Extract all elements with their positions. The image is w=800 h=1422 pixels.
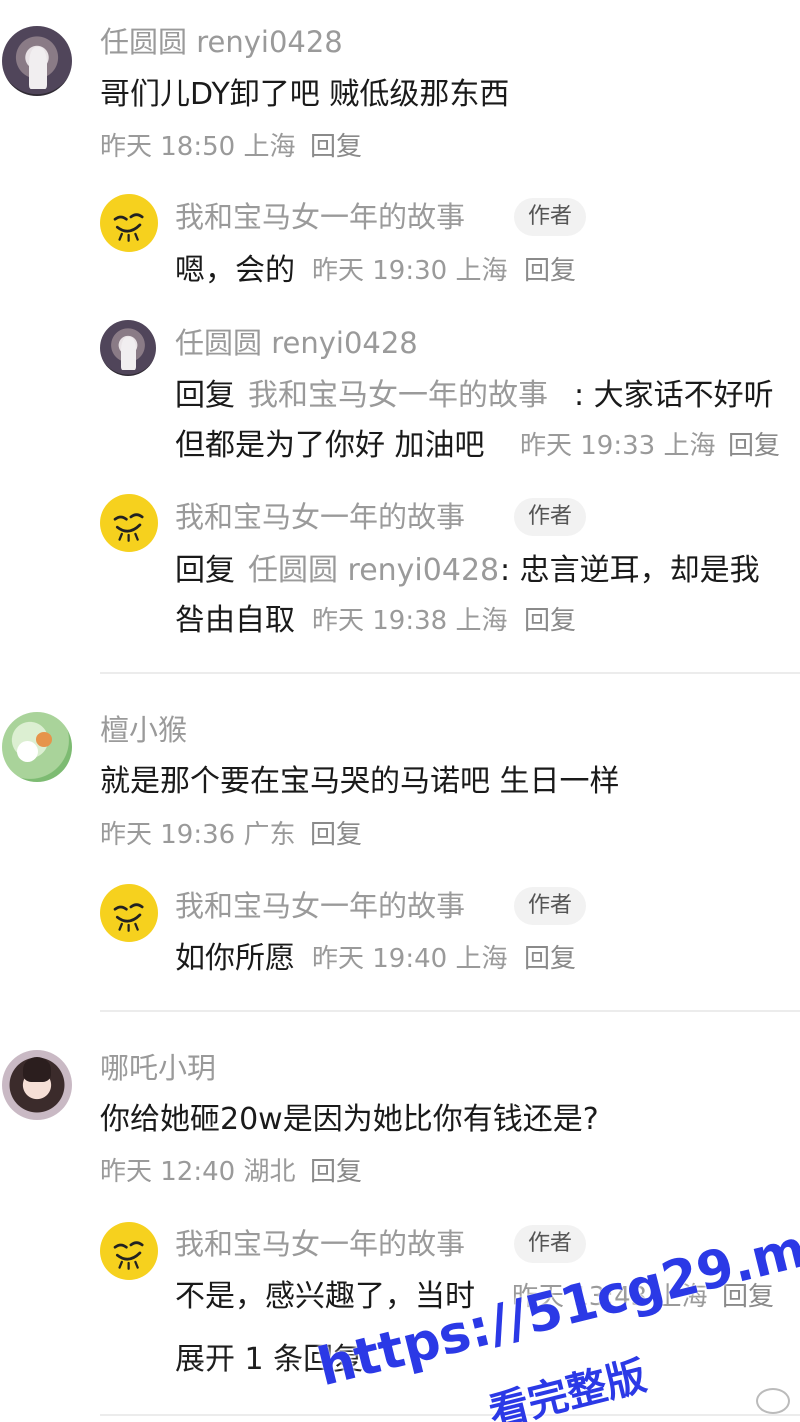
divider (100, 672, 800, 674)
comment-text: 哥们儿DY卸了吧 贼低级那东西 (100, 77, 510, 112)
author-avatar[interactable] (100, 1222, 158, 1280)
comment-text: 你给她砸20w是因为她比你有钱还是? (100, 1102, 599, 1137)
divider (100, 1414, 800, 1416)
author-avatar[interactable] (100, 884, 158, 942)
reply-button[interactable]: 回复 (524, 608, 576, 634)
smiley-logo-icon (114, 513, 144, 543)
reply-username[interactable]: 任圆圆 renyi0428 (175, 329, 418, 358)
author-avatar[interactable] (100, 194, 158, 252)
author-avatar[interactable] (100, 494, 158, 552)
quoted-username[interactable]: 我和宝马女一年的故事 (248, 381, 548, 411)
comment-username[interactable]: 哪吒小玥 (100, 1054, 216, 1083)
reply-button[interactable]: 回复 (310, 822, 362, 848)
author-badge: 作者 (514, 1225, 587, 1263)
reply-time: 昨天 19:38 上海 (312, 606, 508, 636)
comment-text: 就是那个要在宝马哭的马诺吧 生日一样 (100, 764, 620, 799)
reply-text: : 忠言逆耳，却是我 (500, 553, 760, 588)
avatar[interactable] (2, 26, 72, 96)
avatar[interactable] (100, 320, 156, 376)
reply-time: 昨天 19:30 上海 (312, 256, 508, 286)
reply-text: 嗯，会的 (175, 253, 295, 288)
reply-username[interactable]: 我和宝马女一年的故事 (175, 503, 465, 532)
author-badge: 作者 (514, 498, 587, 536)
quoted-username[interactable]: 任圆圆 renyi0428 (248, 556, 499, 586)
reply-button[interactable]: 回复 (524, 258, 576, 284)
comment-username[interactable]: 任圆圆 renyi0428 (100, 28, 343, 57)
divider (100, 1010, 800, 1012)
reply-text-continued: 但都是为了你好 加油吧 (175, 428, 485, 463)
smiley-logo-icon (114, 903, 144, 933)
watermark-caption: 看完整版 (484, 1352, 651, 1422)
reply-button[interactable]: 回复 (728, 433, 780, 459)
reply-username[interactable]: 我和宝马女一年的故事 (175, 1230, 465, 1259)
reply-button[interactable]: 回复 (524, 946, 576, 972)
reply-prefix: 回复 (175, 553, 235, 588)
avatar[interactable] (2, 1050, 72, 1120)
reply-button[interactable]: 回复 (310, 134, 362, 160)
comment-username[interactable]: 檀小猴 (100, 716, 187, 745)
reply-text: 不是，感兴趣了，当时 (175, 1279, 475, 1314)
reply-text-continued: 咎由自取 (175, 603, 295, 638)
author-badge: 作者 (514, 887, 587, 925)
comment-list: 任圆圆 renyi0428 哥们儿DY卸了吧 贼低级那东西 昨天 18:50 上… (0, 0, 800, 1422)
reply-text: : 大家话不好听 (574, 378, 774, 413)
reply-button[interactable]: 回复 (310, 1159, 362, 1185)
reply-text: 如你所愿 (175, 941, 295, 976)
smiley-logo-icon (114, 213, 144, 243)
author-badge: 作者 (514, 198, 587, 236)
comment-time: 昨天 19:36 广东 (100, 820, 296, 850)
comment-time: 昨天 18:50 上海 (100, 132, 296, 162)
avatar[interactable] (2, 712, 72, 782)
smiley-logo-icon (114, 1241, 144, 1271)
reply-time: 昨天 19:33 上海 (520, 431, 716, 461)
reply-prefix: 回复 (175, 378, 235, 413)
comment-time: 昨天 12:40 湖北 (100, 1157, 296, 1187)
reply-username[interactable]: 我和宝马女一年的故事 (175, 892, 465, 921)
reply-username[interactable]: 我和宝马女一年的故事 (175, 203, 465, 232)
corner-logo-icon (756, 1388, 790, 1414)
reply-time: 昨天 19:40 上海 (312, 944, 508, 974)
